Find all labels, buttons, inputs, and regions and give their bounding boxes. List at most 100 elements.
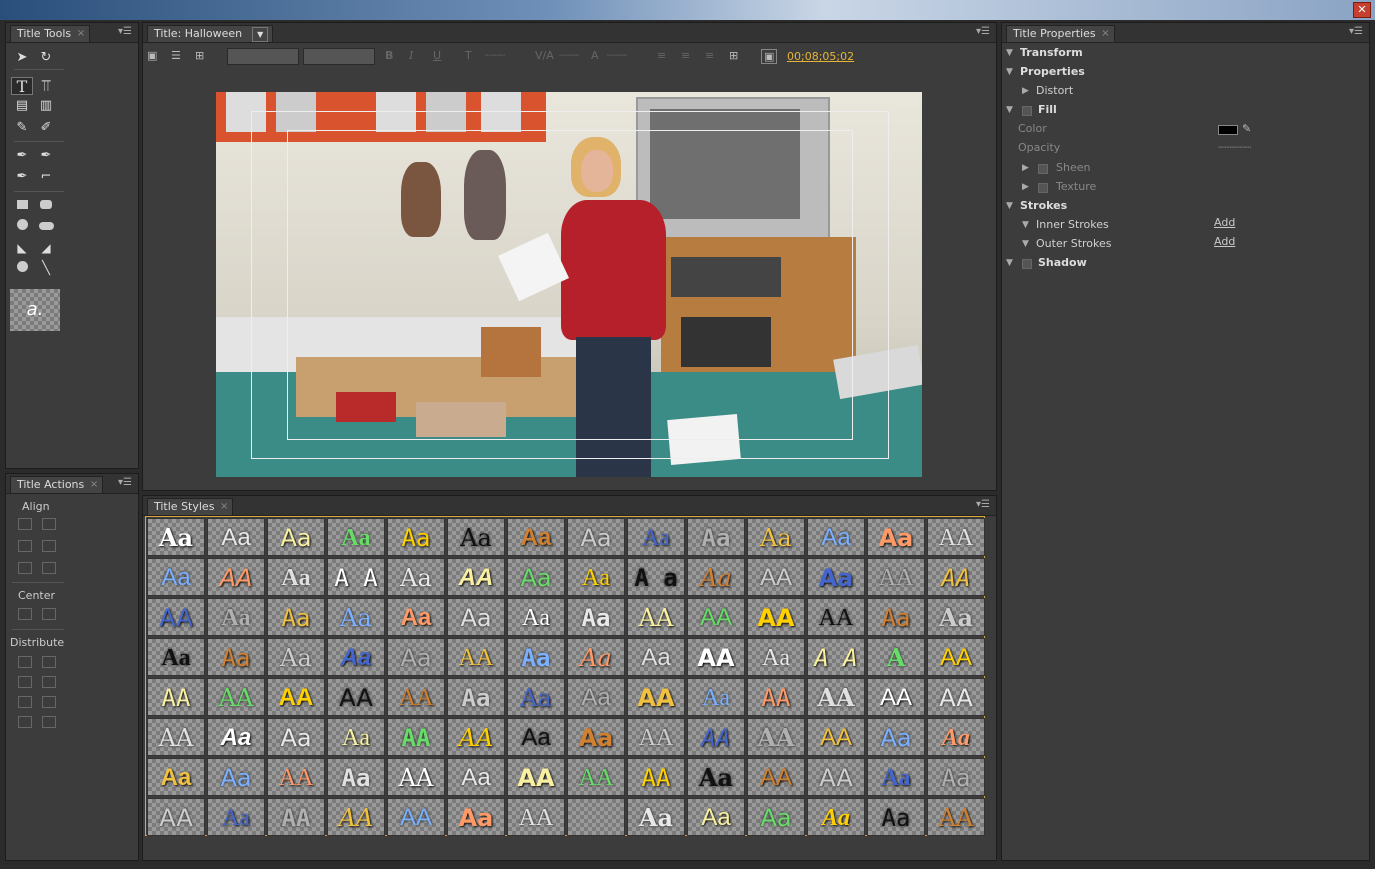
selection-icon[interactable]: ➤ — [11, 49, 33, 67]
kerning-icon[interactable]: V/A — [535, 49, 554, 62]
path-type-icon[interactable]: ✎ — [11, 119, 33, 137]
style-swatch[interactable]: AA — [747, 678, 805, 716]
tab-title-halloween[interactable]: Title: Halloween ▼ — [147, 25, 274, 42]
leading-icon[interactable]: A — [591, 49, 599, 62]
style-swatch[interactable]: AA — [507, 758, 565, 796]
style-swatch[interactable]: Aa — [207, 518, 265, 556]
style-swatch[interactable]: AA — [927, 558, 985, 596]
align-right-text-icon[interactable]: ≡ — [705, 49, 714, 62]
style-swatch[interactable]: AA — [147, 598, 205, 636]
sheen-checkbox[interactable] — [1038, 164, 1048, 174]
align-center-text-icon[interactable]: ≡ — [681, 49, 690, 62]
shadow-section[interactable]: ▼ Shadow — [1002, 254, 1369, 272]
properties-section[interactable]: ▼ Properties — [1002, 63, 1369, 81]
style-swatch[interactable]: AA — [747, 758, 805, 796]
fill-color-swatch[interactable] — [1218, 125, 1238, 135]
style-swatch[interactable]: Aa — [327, 518, 385, 556]
style-swatch[interactable]: AA — [807, 598, 865, 636]
style-swatch[interactable]: Aa — [567, 518, 625, 556]
delete-anchor-icon[interactable]: ✒ — [11, 168, 33, 186]
style-swatch[interactable]: AA — [927, 678, 985, 716]
style-swatch[interactable]: Aa — [567, 598, 625, 636]
style-swatch[interactable]: Aa — [267, 638, 325, 676]
style-swatch[interactable]: Aa — [687, 798, 745, 836]
style-swatch[interactable]: Aa — [807, 518, 865, 556]
style-swatch[interactable]: AA — [267, 758, 325, 796]
distribute-spacing-h-icon[interactable] — [18, 716, 32, 728]
texture-checkbox[interactable] — [1038, 183, 1048, 193]
style-swatch[interactable]: AA — [447, 718, 505, 756]
font-style-select[interactable] — [303, 48, 375, 65]
style-swatch[interactable]: AA — [807, 718, 865, 756]
underline-button[interactable]: U — [433, 49, 441, 62]
align-center-v-icon[interactable] — [42, 540, 56, 552]
style-swatch[interactable]: Aa — [627, 638, 685, 676]
align-left-text-icon[interactable]: ≡ — [657, 49, 666, 62]
style-swatch[interactable]: AA — [927, 798, 985, 836]
rotation-icon[interactable]: ↻ — [35, 49, 57, 67]
rounded-rectangle-icon[interactable] — [35, 197, 57, 215]
style-swatch[interactable]: Aa — [207, 718, 265, 756]
style-swatch[interactable]: Aa — [147, 558, 205, 596]
style-swatch[interactable]: A A — [807, 638, 865, 676]
style-swatch[interactable]: AA — [387, 718, 445, 756]
panel-menu-icon[interactable]: ▾☰ — [118, 477, 132, 488]
kerning-field[interactable]: ┈┈┈ — [559, 49, 579, 62]
close-tab-icon[interactable]: × — [77, 26, 85, 42]
style-swatch[interactable]: AA — [267, 678, 325, 716]
timecode[interactable]: 00;08;05;02 — [787, 50, 854, 63]
bold-button[interactable]: B — [385, 49, 393, 62]
tab-stops-button[interactable]: ⊞ — [729, 49, 738, 62]
align-center-h-icon[interactable] — [18, 540, 32, 552]
style-swatch[interactable]: Aa — [447, 598, 505, 636]
style-swatch[interactable]: Aa — [627, 518, 685, 556]
distribute-center-v-icon[interactable] — [42, 676, 56, 688]
style-swatch[interactable]: AA — [867, 678, 925, 716]
convert-anchor-icon[interactable]: ⌐ — [35, 168, 57, 186]
style-swatch[interactable]: Aa — [207, 798, 265, 836]
style-swatch[interactable]: Aa — [687, 758, 745, 796]
style-swatch[interactable]: Aa — [327, 718, 385, 756]
add-outer-stroke-link[interactable]: Add — [1214, 233, 1235, 251]
center-horizontal-icon[interactable] — [18, 608, 32, 620]
leading-field[interactable]: ┈┈┈ — [607, 49, 627, 62]
tab-title-styles[interactable]: Title Styles × — [147, 498, 234, 515]
style-swatch[interactable]: AA — [927, 518, 985, 556]
style-swatch[interactable]: Aa — [867, 718, 925, 756]
panel-menu-icon[interactable]: ▾☰ — [976, 26, 990, 37]
style-swatch[interactable]: Aa — [387, 598, 445, 636]
style-swatch[interactable]: AA — [747, 598, 805, 636]
style-swatch[interactable]: Aa — [267, 718, 325, 756]
fill-checkbox[interactable] — [1022, 106, 1032, 116]
style-swatch[interactable]: Aa — [147, 758, 205, 796]
style-swatch[interactable]: A — [867, 638, 925, 676]
eyedropper-icon[interactable]: ✎ — [1242, 120, 1251, 138]
distribute-left-icon[interactable] — [18, 656, 32, 668]
style-swatch[interactable]: Aa — [207, 758, 265, 796]
style-swatch[interactable]: Aa — [807, 798, 865, 836]
style-swatch[interactable]: AA — [447, 558, 505, 596]
style-swatch[interactable]: AA — [747, 718, 805, 756]
style-swatch[interactable]: Aa — [507, 558, 565, 596]
distort-row[interactable]: ▶ Distort — [1002, 82, 1369, 100]
style-swatch[interactable]: Aa — [267, 518, 325, 556]
style-swatch[interactable]: Aa — [387, 518, 445, 556]
style-swatch[interactable]: AA — [627, 598, 685, 636]
style-swatch[interactable]: Aa — [387, 638, 445, 676]
style-swatch[interactable]: AA — [387, 798, 445, 836]
video-preview[interactable] — [216, 92, 922, 477]
style-swatch[interactable]: A A — [327, 558, 385, 596]
style-swatch[interactable]: Aa — [747, 798, 805, 836]
style-swatch[interactable]: AA — [147, 678, 205, 716]
style-swatch[interactable]: AA — [147, 718, 205, 756]
tab-title-actions[interactable]: Title Actions × — [10, 476, 104, 493]
add-inner-stroke-link[interactable]: Add — [1214, 214, 1235, 232]
style-swatch[interactable]: Aa — [447, 798, 505, 836]
shadow-checkbox[interactable] — [1022, 259, 1032, 269]
style-swatch[interactable]: Aa — [687, 678, 745, 716]
title-dropdown-icon[interactable]: ▼ — [252, 27, 269, 42]
style-swatch[interactable]: Aa — [687, 558, 745, 596]
wedge-icon[interactable]: ◣ — [11, 239, 33, 257]
style-swatch[interactable]: AA — [807, 758, 865, 796]
align-bottom-icon[interactable] — [42, 562, 56, 574]
